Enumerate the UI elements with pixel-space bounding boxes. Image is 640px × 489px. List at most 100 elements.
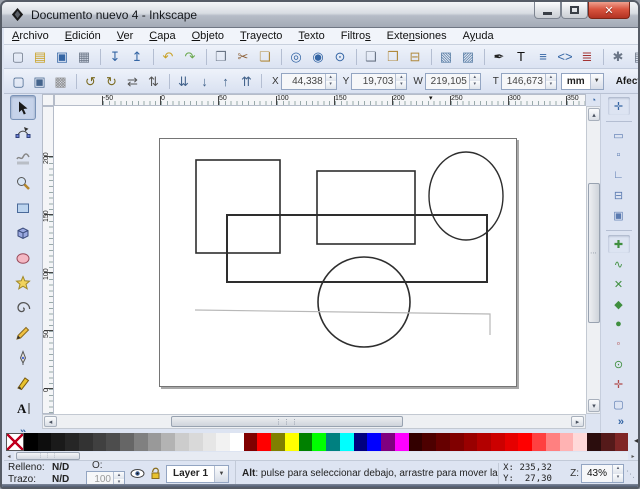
zoom-down-icon[interactable]: ▾ — [613, 474, 623, 483]
palette-swatch[interactable] — [436, 433, 450, 451]
palette-swatch[interactable] — [148, 433, 162, 451]
palette-swatch[interactable] — [65, 433, 79, 451]
new-document-button[interactable]: ▢ — [7, 46, 29, 68]
palette-swatch[interactable] — [532, 433, 546, 451]
clone-button[interactable]: ❒ — [382, 46, 404, 68]
palette-scrollbar-left-icon[interactable]: ◂ — [4, 452, 14, 460]
palette-swatch[interactable] — [615, 433, 629, 451]
menu-capa[interactable]: Capa — [141, 29, 183, 43]
x-spin-up-icon[interactable]: ▴ — [326, 74, 336, 82]
v-scroll-thumb[interactable]: ⋯ — [588, 183, 600, 323]
unlink-clone-button[interactable]: ⊟ — [404, 46, 426, 68]
h-scroll-thumb[interactable]: ⋮⋮⋮ — [171, 416, 403, 427]
snap-bbox-corners[interactable]: ∟ — [607, 165, 631, 185]
palette-swatch[interactable] — [285, 433, 299, 451]
snap-bbox-edges[interactable]: ▫ — [607, 145, 631, 165]
w-spin-up-icon[interactable]: ▴ — [470, 74, 480, 82]
rectangle-tool[interactable] — [10, 195, 36, 220]
menu-texto[interactable]: Texto — [290, 29, 332, 43]
duplicate-button[interactable]: ❑ — [360, 46, 382, 68]
palette-swatch[interactable] — [546, 433, 560, 451]
menu-filtros[interactable]: Filtros — [333, 29, 379, 43]
menu-trayecto[interactable]: Trayecto — [232, 29, 290, 43]
spiral-tool[interactable] — [10, 295, 36, 320]
calligraphy-tool[interactable] — [10, 370, 36, 395]
palette-swatch[interactable] — [518, 433, 532, 451]
height-input[interactable] — [502, 74, 545, 89]
vertical-ruler[interactable]: 200150100500 — [42, 106, 54, 414]
snap-path-intersections[interactable]: ✕ — [607, 274, 631, 294]
palette-swatch[interactable] — [24, 433, 38, 451]
h-spin-up-icon[interactable]: ▴ — [546, 74, 556, 82]
snap-object-centers[interactable]: ⊙ — [607, 354, 631, 374]
redo-button[interactable]: ↷ — [179, 46, 201, 68]
snap-nodes-toggle[interactable]: ✚ — [607, 234, 631, 254]
text-dialog-button[interactable]: T — [510, 46, 532, 68]
tweak-tool[interactable] — [10, 145, 36, 170]
y-spin-up-icon[interactable]: ▴ — [396, 74, 406, 82]
zoom-drawing-button[interactable]: ◉ — [307, 46, 329, 68]
palette-swatch[interactable] — [367, 433, 381, 451]
palette-swatch[interactable] — [79, 433, 93, 451]
menu-extensiones[interactable]: Extensiones — [379, 29, 455, 43]
menu-edicion[interactable]: Edición — [57, 29, 109, 43]
palette-swatch[interactable] — [203, 433, 217, 451]
layer-lock-icon[interactable] — [150, 467, 161, 480]
scroll-left-icon[interactable]: ◂ — [44, 416, 57, 427]
group-button[interactable]: ▧ — [435, 46, 457, 68]
flip-vertical-button[interactable]: ⇅ — [143, 71, 164, 92]
text-tool[interactable]: A — [10, 395, 36, 420]
snap-midpoints[interactable]: ◦ — [607, 334, 631, 354]
deselect-button[interactable]: ▩ — [50, 71, 71, 92]
canvas[interactable] — [54, 106, 586, 414]
palette-swatch[interactable] — [491, 433, 505, 451]
palette-swatch[interactable] — [216, 433, 230, 451]
palette-swatch[interactable] — [271, 433, 285, 451]
align-dialog-button[interactable]: ≣ — [576, 46, 598, 68]
zoom-tool[interactable] — [10, 170, 36, 195]
flip-horizontal-button[interactable]: ⇄ — [122, 71, 143, 92]
resize-grip[interactable]: ⋱ — [626, 465, 636, 483]
palette-swatch[interactable] — [560, 433, 574, 451]
minimize-button[interactable] — [534, 2, 561, 19]
palette-swatch[interactable] — [422, 433, 436, 451]
palette-swatch[interactable] — [395, 433, 409, 451]
palette-swatch[interactable] — [38, 433, 52, 451]
ellipse-tool[interactable] — [10, 245, 36, 270]
snap-master-toggle[interactable]: ✛ — [607, 96, 631, 116]
palette-scrollbar-thumb[interactable]: ⋮⋮⋮ — [16, 452, 80, 460]
palette-swatch[interactable] — [134, 433, 148, 451]
fill-stroke-indicator[interactable]: Relleno: N/D Trazo: N/D — [8, 462, 86, 486]
maximize-button[interactable] — [561, 2, 588, 19]
ungroup-button[interactable]: ▨ — [457, 46, 479, 68]
palette-swatch[interactable] — [161, 433, 175, 451]
layer-dropdown[interactable]: Layer 1▼ — [166, 465, 229, 483]
y-spin-down-icon[interactable]: ▾ — [396, 81, 406, 89]
palette-swatch[interactable] — [230, 433, 244, 451]
palette-swatch[interactable] — [505, 433, 519, 451]
h-spin-down-icon[interactable]: ▾ — [546, 81, 556, 89]
snap-rotation-centers[interactable]: ✛ — [607, 374, 631, 394]
x-input[interactable] — [282, 74, 325, 89]
horizontal-ruler[interactable]: -50050100150200250300350 — [54, 94, 586, 106]
palette-swatch[interactable] — [120, 433, 134, 451]
document-properties-button[interactable]: ▤ — [629, 46, 640, 68]
palette-swatch[interactable] — [326, 433, 340, 451]
width-input[interactable] — [426, 74, 469, 89]
palette-swatch[interactable] — [106, 433, 120, 451]
lower-to-bottom-button[interactable]: ⇊ — [173, 71, 194, 92]
select-all-button[interactable]: ▢ — [8, 71, 29, 92]
print-button[interactable]: ▦ — [73, 46, 95, 68]
no-color-swatch[interactable] — [6, 433, 24, 451]
palette-swatch[interactable] — [51, 433, 65, 451]
x-spin-down-icon[interactable]: ▾ — [326, 81, 336, 89]
xml-editor-button[interactable]: <> — [554, 46, 576, 68]
zoom-selection-button[interactable]: ◎ — [285, 46, 307, 68]
palette-swatch[interactable] — [464, 433, 478, 451]
palette-swatch[interactable] — [601, 433, 615, 451]
paste-button[interactable]: ❏ — [254, 46, 276, 68]
rotate-cw-button[interactable]: ↻ — [101, 71, 122, 92]
w-spin-down-icon[interactable]: ▾ — [470, 81, 480, 89]
close-button[interactable]: ✕ — [588, 2, 630, 19]
pencil-tool[interactable] — [10, 320, 36, 345]
